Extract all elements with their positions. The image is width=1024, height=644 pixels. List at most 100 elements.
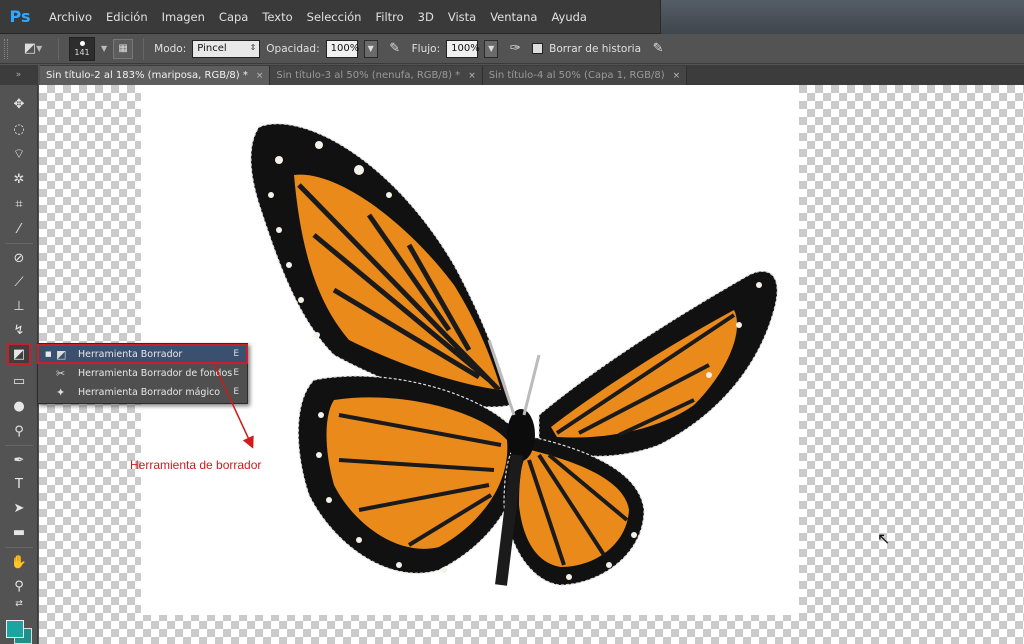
zoom-tool[interactable]: ⚲ — [7, 575, 31, 597]
type-icon: T — [15, 476, 23, 492]
brush-panel-toggle[interactable]: ▦ — [113, 38, 134, 59]
flyout-item-eraser[interactable]: ■ ◩ Herramienta Borrador E — [37, 344, 248, 364]
eraser-tool-flyout: ■ ◩ Herramienta Borrador E ✂ Herramienta… — [37, 343, 248, 404]
tab-mariposa[interactable]: Sin título-2 al 183% (mariposa, RGB/8) *… — [40, 66, 271, 85]
brush-tip-icon — [79, 40, 85, 46]
flow-input[interactable]: 100% — [446, 39, 480, 58]
menu-texto[interactable]: Texto — [255, 10, 299, 24]
tab-label: Sin título-4 al 50% (Capa 1, RGB/8) — [488, 70, 665, 81]
chevron-down-icon: ▼ — [488, 44, 495, 53]
magic-eraser-icon: ✦ — [56, 385, 66, 399]
menu-edicion[interactable]: Edición — [99, 10, 155, 24]
options-bar: ◩ ▼ 141 ▼ ▦ Modo: Pincel ⇕ Opacidad: 100… — [0, 34, 1024, 64]
brush-preset-picker[interactable]: 141 — [69, 36, 95, 61]
divider — [5, 243, 33, 244]
menu-seleccion[interactable]: Selección — [300, 10, 369, 24]
hand-tool[interactable]: ✋ — [7, 551, 31, 573]
mode-value: Pincel — [197, 43, 227, 54]
flyout-item-magic-eraser[interactable]: ✦ Herramienta Borrador mágico E — [38, 383, 247, 401]
chevron-down-icon[interactable]: ▼ — [101, 44, 107, 53]
mode-select[interactable]: Pincel ⇕ — [192, 39, 261, 58]
marquee-tool[interactable]: ◌ — [7, 118, 31, 140]
menu-filtro[interactable]: Filtro — [368, 10, 410, 24]
window-background — [660, 0, 1024, 34]
pen-tool[interactable]: ✒ — [7, 449, 31, 471]
menu-capa[interactable]: Capa — [212, 10, 255, 24]
opacity-input[interactable]: 100% — [325, 39, 359, 58]
gradient-icon: ▭ — [12, 373, 26, 389]
menu-3d[interactable]: 3D — [411, 10, 441, 24]
eraser-tool[interactable]: ◩ — [7, 343, 31, 365]
clone-stamp-tool[interactable]: ⊥ — [7, 295, 31, 317]
close-icon[interactable]: × — [468, 71, 476, 81]
flyout-item-label: Herramienta Borrador — [78, 348, 183, 360]
erase-history-label: Borrar de historia — [549, 42, 642, 55]
menu-ayuda[interactable]: Ayuda — [544, 10, 594, 24]
opacity-slider-toggle[interactable]: ▼ — [363, 39, 378, 58]
tab-label: Sin título-3 al 50% (nenufa, RGB/8) * — [276, 70, 461, 81]
flyout-item-background-eraser[interactable]: ✂ Herramienta Borrador de fondos E — [38, 364, 247, 382]
flow-label: Flujo: — [411, 42, 441, 55]
magic-wand-icon: ✲ — [13, 171, 25, 187]
menu-imagen[interactable]: Imagen — [155, 10, 212, 24]
tools-panel: » ✥ ◌ ⌔ ✲ ⌗ ⁄ ⊘ ⟋ ⊥ ↯ ◩ ▭ ● ⚲ ✒ T ➤ ▬ ✋ … — [0, 65, 38, 644]
document-tab-bar: Sin título-2 al 183% (mariposa, RGB/8) *… — [40, 65, 1024, 85]
close-icon[interactable]: × — [256, 71, 264, 81]
shortcut-key: E — [233, 349, 239, 359]
path-arrow-icon: ➤ — [13, 500, 25, 516]
brush-icon: ⟋ — [14, 274, 24, 290]
background-eraser-icon: ✂ — [56, 366, 66, 380]
eyedropper-tool[interactable]: ⁄ — [7, 218, 31, 240]
move-icon: ✥ — [13, 96, 25, 112]
butterfly-image — [250, 123, 778, 586]
polygonal-lasso-icon: ⌔ — [12, 147, 26, 162]
magic-wand-tool[interactable]: ✲ — [7, 168, 31, 190]
magnifier-icon: ⚲ — [14, 578, 24, 594]
tab-label: Sin título-2 al 183% (mariposa, RGB/8) * — [46, 70, 248, 81]
eraser-icon: ◩ — [56, 347, 67, 361]
close-icon[interactable]: × — [673, 71, 681, 81]
tab-nenufa[interactable]: Sin título-3 al 50% (nenufa, RGB/8) * × — [270, 66, 483, 85]
brush-tool[interactable]: ⟋ — [7, 271, 31, 293]
healing-brush-tool[interactable]: ⊘ — [7, 247, 31, 269]
tool-preset-picker[interactable]: ◩ ▼ — [18, 38, 48, 60]
pen-icon: ✒ — [13, 452, 25, 468]
options-grip[interactable] — [4, 38, 8, 59]
eraser-icon: ◩ — [23, 41, 37, 56]
tools-panel-collapse[interactable]: » — [0, 65, 37, 85]
flow-slider-toggle[interactable]: ▼ — [484, 39, 499, 58]
crop-tool[interactable]: ⌗ — [7, 193, 31, 215]
color-swap[interactable]: ⇄ — [7, 597, 31, 611]
divider — [5, 547, 33, 548]
menu-ventana[interactable]: Ventana — [483, 10, 544, 24]
lasso-tool[interactable]: ⌔ — [7, 143, 31, 165]
opacity-label: Opacidad: — [266, 42, 320, 55]
stamp-icon: ⊥ — [13, 298, 25, 314]
erase-history-checkbox[interactable] — [532, 43, 544, 54]
shape-tool[interactable]: ▬ — [7, 521, 31, 543]
shortcut-key: E — [233, 387, 239, 397]
droplet-icon: ● — [13, 398, 25, 414]
annotation-label: Herramienta de borrador — [130, 458, 262, 472]
gradient-tool[interactable]: ▭ — [7, 370, 31, 392]
tab-capa-1[interactable]: Sin título-4 al 50% (Capa 1, RGB/8) × — [482, 66, 688, 85]
flyout-item-label: Herramienta Borrador de fondos — [78, 367, 233, 379]
double-chevron-icon: » — [15, 70, 22, 80]
blur-tool[interactable]: ● — [7, 395, 31, 417]
foreground-color-swatch[interactable] — [6, 620, 24, 638]
type-tool[interactable]: T — [7, 473, 31, 495]
path-selection-tool[interactable]: ➤ — [7, 497, 31, 519]
divider — [143, 37, 145, 60]
move-tool[interactable]: ✥ — [7, 93, 31, 115]
opacity-pressure-toggle[interactable]: ✎ — [384, 38, 406, 60]
dodge-tool[interactable]: ⚲ — [7, 420, 31, 442]
photoshop-logo: Ps — [9, 7, 31, 26]
history-brush-tool[interactable]: ↯ — [7, 319, 31, 341]
size-pressure-toggle[interactable]: ✎ — [647, 38, 669, 60]
chevron-down-icon: ▼ — [367, 44, 374, 53]
airbrush-toggle[interactable]: ✑ — [504, 38, 526, 60]
menu-archivo[interactable]: Archivo — [42, 10, 99, 24]
menu-vista[interactable]: Vista — [441, 10, 483, 24]
crop-icon: ⌗ — [15, 196, 23, 212]
swap-icon: ⇄ — [15, 599, 23, 609]
